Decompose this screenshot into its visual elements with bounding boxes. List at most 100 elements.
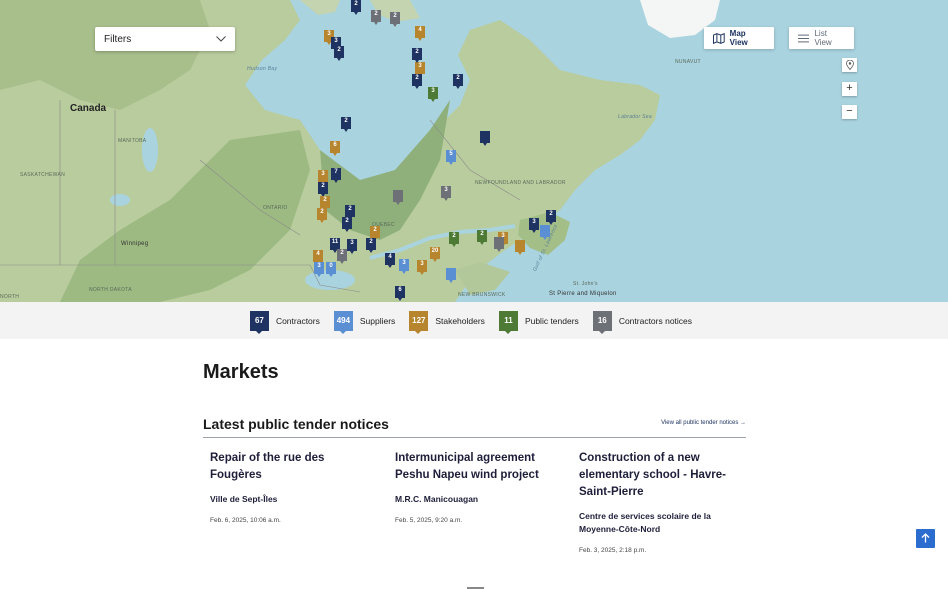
legend-item[interactable]: 16 Contractors notices [592,310,693,334]
map-marker[interactable] [480,131,490,146]
map-marker[interactable]: 3 [399,259,409,274]
map-marker-count: 4 [316,251,320,257]
notice-organization: M.R.C. Manicouagan [395,494,479,504]
map-marker-count: 2 [549,211,553,217]
map-marker[interactable]: 3 [441,186,451,201]
map-marker[interactable] [494,237,504,252]
map-marker[interactable]: 2 [345,205,355,220]
map-marker[interactable]: 2 [371,10,381,25]
legend-count-badge: 11 [498,310,518,334]
map-marker-count: 3 [444,187,448,193]
view-all-notices-link[interactable]: View all public tender notices → [661,420,746,426]
map-marker[interactable]: 2 [477,230,487,245]
legend-count-badge: 494 [333,310,353,334]
map-marker[interactable]: 6 [395,286,405,301]
map-label-st-johns: St. John's [573,281,598,287]
map-marker[interactable]: 5 [446,150,456,165]
map-marker-count: 6 [398,287,402,293]
map-marker-count: 3 [431,88,435,94]
legend-label: Suppliers [359,315,396,326]
notice-card[interactable]: Intermunicipal agreement Peshu Napeu win… [395,450,555,524]
map-marker[interactable]: 2 [342,217,352,232]
map-marker[interactable]: 2 [546,210,556,225]
map-marker[interactable]: 3 [415,62,425,77]
map-marker-count: 2 [415,75,419,81]
map-marker[interactable] [515,240,525,255]
map-marker-count: 2 [323,197,327,203]
map-marker-count [393,190,403,200]
map-marker[interactable]: 20 [430,247,440,262]
locate-button[interactable] [842,58,857,72]
map-marker[interactable]: 3 [417,260,427,275]
legend-count-badge: 67 [249,310,269,334]
map-marker[interactable] [540,225,550,240]
filters-dropdown[interactable]: Filters [95,27,235,51]
map-label-st-pierre: St Pierre and Miquelon [549,291,617,297]
map-marker[interactable]: 3 [529,218,539,233]
map-marker[interactable]: 6 [330,141,340,156]
map-marker[interactable]: 2 [370,226,380,241]
map-marker[interactable]: 2 [449,232,459,247]
legend-item[interactable]: 494 Suppliers [333,310,396,334]
map-marker-count: 2 [320,209,324,215]
zoom-in-button[interactable]: + [842,82,857,96]
page-title: Markets [203,361,279,383]
map-marker[interactable]: 2 [317,208,327,223]
map-marker[interactable]: 2 [453,74,463,89]
zoom-out-button[interactable]: − [842,105,857,119]
notice-card[interactable]: Repair of the rue des Fougères Ville de … [210,450,370,524]
map-marker[interactable]: 2 [337,249,347,264]
notices-heading: Latest public tender notices [203,416,389,432]
map-marker[interactable]: 2 [341,117,351,132]
map-label-north-side: NORTH [0,294,20,300]
map-marker-count [480,131,490,141]
map-view-button[interactable]: Map View [704,27,774,49]
map-marker[interactable]: 2 [366,238,376,253]
legend-label: Contractors notices [618,315,693,326]
map-marker-count: 20 [431,248,439,254]
notice-title[interactable]: Intermunicipal agreement Peshu Napeu win… [395,450,555,484]
map-marker[interactable]: 2 [390,12,400,27]
map-marker[interactable]: 7 [331,168,341,183]
map-marker[interactable]: 2 [320,196,330,211]
map-marker[interactable]: 3 [347,239,357,254]
legend-item[interactable]: 67 Contractors [249,310,320,334]
map-marker-count: 3 [418,63,422,69]
map[interactable]: Canada Hudson Bay MANITOBA SASKATCHEWAN … [0,0,948,302]
map-marker-count [515,240,525,250]
map-marker[interactable]: 3 [318,170,328,185]
notice-card[interactable]: Construction of a new elementary school … [579,450,739,554]
notice-title[interactable]: Construction of a new elementary school … [579,450,739,501]
map-marker[interactable]: 4 [313,250,323,265]
notice-title[interactable]: Repair of the rue des Fougères [210,450,370,484]
map-marker[interactable]: 4 [415,26,425,41]
map-marker[interactable]: 2 [412,48,422,63]
back-to-top-button[interactable] [916,529,935,548]
legend-count-badge: 127 [409,310,429,334]
map-marker[interactable] [393,190,403,205]
map-marker-count: 7 [334,169,338,175]
map-marker-count: 3 [350,240,354,246]
map-label-canada: Canada [70,103,107,114]
legend-item[interactable]: 127 Stakeholders [409,310,485,334]
map-marker-count: 3 [420,261,424,267]
map-marker[interactable]: 3 [314,262,324,277]
map-marker[interactable]: 3 [428,87,438,102]
map-marker[interactable]: 2 [412,74,422,89]
map-marker-count: 2 [344,118,348,124]
map-marker[interactable]: 2 [334,46,344,61]
page: Canada Hudson Bay MANITOBA SASKATCHEWAN … [0,0,948,589]
legend-label: Stakeholders [435,315,485,326]
list-view-button[interactable]: List View [789,27,854,49]
map-marker[interactable]: 2 [351,0,361,15]
map-marker[interactable] [446,268,456,283]
map-marker[interactable]: 0 [326,262,336,277]
notice-date: Feb. 6, 2025, 10:06 a.m. [210,517,281,524]
map-marker-count: 2 [393,13,397,19]
map-marker[interactable]: 2 [318,182,328,197]
map-label-manitoba: MANITOBA [118,138,147,144]
legend-item[interactable]: 11 Public tenders [498,310,579,334]
map-marker[interactable]: 4 [385,253,395,268]
map-marker-count: 2 [415,49,419,55]
map-marker-count: 3 [532,219,536,225]
